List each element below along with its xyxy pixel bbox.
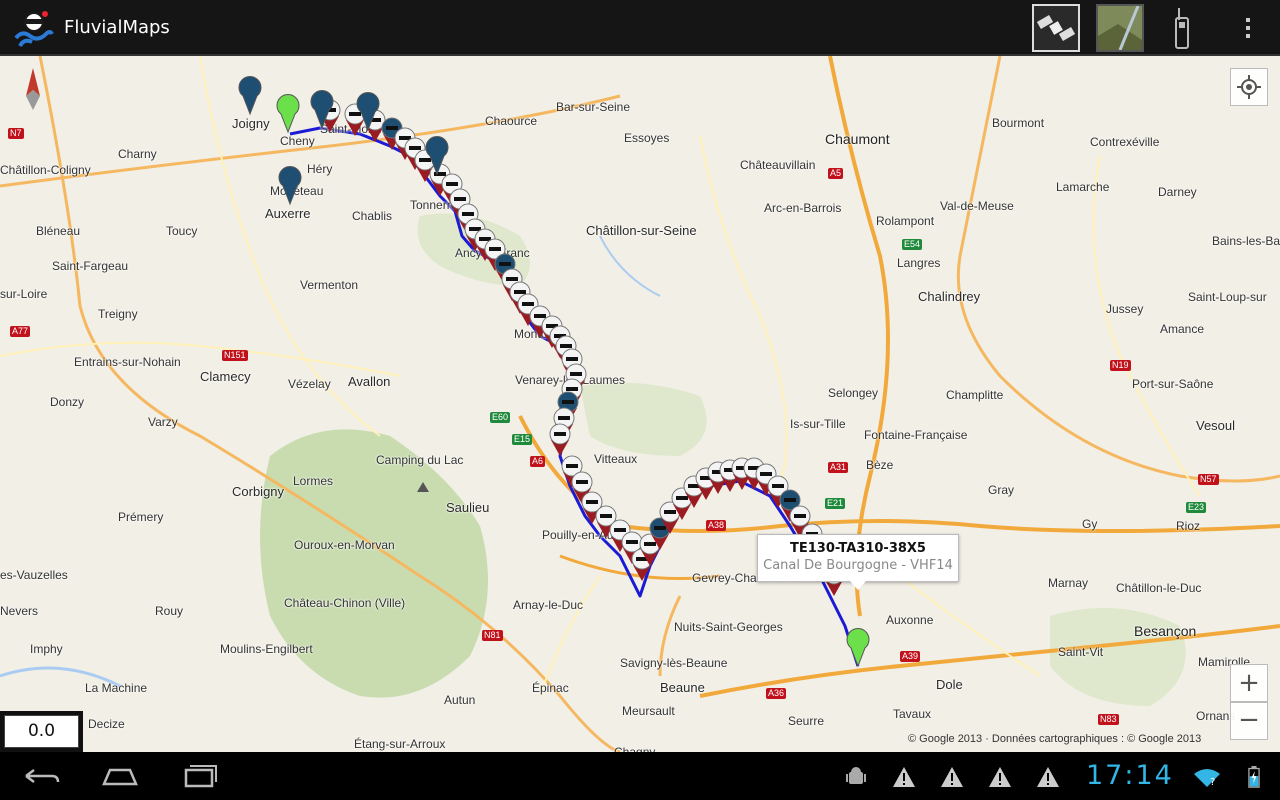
warning-icon[interactable] [1036,766,1060,788]
popup-title: TE130-TA310-38X5 [790,541,926,556]
svg-text:?: ? [1210,777,1215,788]
warning-icon[interactable] [892,766,916,788]
route-end-pin[interactable] [846,628,870,668]
action-bar: FluvialMaps [0,0,1280,56]
home-button[interactable] [96,760,144,792]
status-clock[interactable]: 17:14 [1086,760,1174,791]
speed-display: 0.0 [0,711,83,752]
my-location-button[interactable] [1230,68,1268,106]
satellite-icon [1036,15,1076,41]
android-debug-icon[interactable] [844,766,868,788]
warning-icon[interactable] [988,766,1012,788]
zoom-in-button[interactable]: + [1230,664,1268,702]
speed-value: 0.0 [4,715,79,748]
terrain-view-button[interactable] [1096,4,1144,52]
anchor-marker-icon[interactable] [278,166,302,206]
back-button[interactable] [16,760,64,792]
compass-icon[interactable] [18,66,48,112]
vhf-radio-button[interactable] [1158,4,1206,52]
map-view[interactable]: Joigny Cheny Saint-Florentin Héry Monéteau Au… [0,56,1280,752]
route-start-pin[interactable] [276,94,300,134]
warning-icon[interactable] [940,766,964,788]
wifi-icon[interactable]: ? [1192,766,1222,788]
route-markers[interactable] [0,56,1280,752]
battery-charging-icon[interactable] [1246,766,1262,788]
zoom-out-button[interactable]: − [1230,702,1268,740]
app-logo-icon[interactable] [12,8,54,50]
app-root: FluvialMaps Joigny Cheny Saint-Florentin… [0,0,1280,800]
popup-tail [850,581,866,590]
app-title: FluvialMaps [64,17,170,38]
system-nav-bar: 17:14 ? [0,752,1280,800]
satellite-view-button[interactable] [1032,4,1080,52]
lock-marker-icon[interactable] [549,423,571,456]
anchor-marker-icon[interactable] [238,76,262,116]
marker-info-popup[interactable]: TE130-TA310-38X5 Canal De Bourgogne - VH… [757,534,959,590]
my-location-icon [1237,75,1261,99]
overflow-menu-icon [1246,18,1250,38]
popup-subtitle: Canal De Bourgogne - VHF14 [763,558,953,573]
map-copyright: © Google 2013 · Données cartographiques … [908,733,1202,745]
terrain-view-icon [1098,5,1142,51]
recent-apps-button[interactable] [176,760,224,792]
overflow-menu-button[interactable] [1224,4,1272,52]
vhf-radio-icon [1175,8,1189,49]
